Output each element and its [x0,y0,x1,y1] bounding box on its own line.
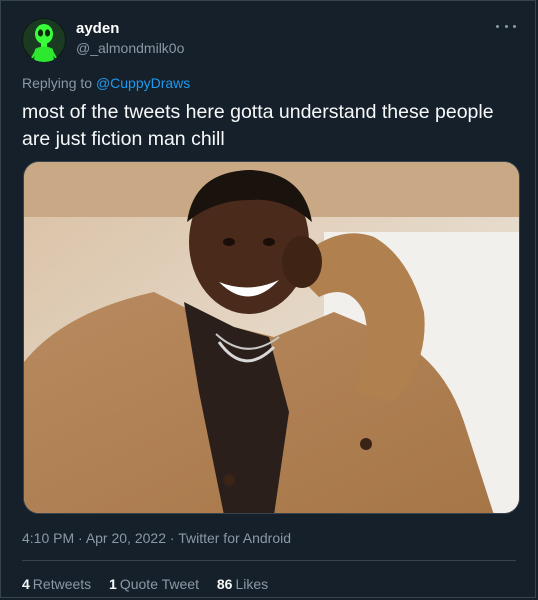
tweet-media[interactable] [23,161,520,514]
meta-separator: · [74,530,86,546]
quotes-label: Quote Tweet [119,576,199,592]
dot [496,24,499,28]
tweet-meta: 4:10 PM · Apr 20, 2022 · Twitter for And… [22,530,291,546]
tweet-time[interactable]: 4:10 PM [22,530,74,546]
replying-prefix: Replying to [22,75,96,91]
author-handle[interactable]: @_almondmilk0o [76,40,184,56]
retweets-label: Retweets [32,576,92,592]
retweets-stat[interactable]: 4 Retweets [22,576,91,592]
tweet-stats: 4 Retweets 1 Quote Tweet 86 Likes [22,576,282,592]
green-alien-avatar-icon [22,18,66,62]
reply-target-link[interactable]: @CuppyDraws [96,75,190,91]
more-options-icon[interactable] [496,18,516,34]
tweet-date[interactable]: Apr 20, 2022 [86,530,166,546]
meta-separator: · [165,530,179,546]
replying-to: Replying to @CuppyDraws [22,75,190,91]
likes-stat[interactable]: 86 Likes [217,576,268,592]
dot [513,24,516,28]
likes-label: Likes [235,576,269,592]
quotes-count: 1 [109,576,117,592]
divider [22,560,516,561]
tweet-source: Twitter for Android [178,530,292,546]
dot [504,24,508,28]
meme-photo [24,162,519,513]
quote-tweets-stat[interactable]: 1 Quote Tweet [109,576,199,592]
tweet-text: most of the tweets here gotta understand… [22,101,494,150]
likes-count: 86 [216,576,233,592]
author-name[interactable]: ayden [76,20,119,37]
retweets-count: 4 [22,576,30,592]
avatar[interactable] [22,18,66,62]
